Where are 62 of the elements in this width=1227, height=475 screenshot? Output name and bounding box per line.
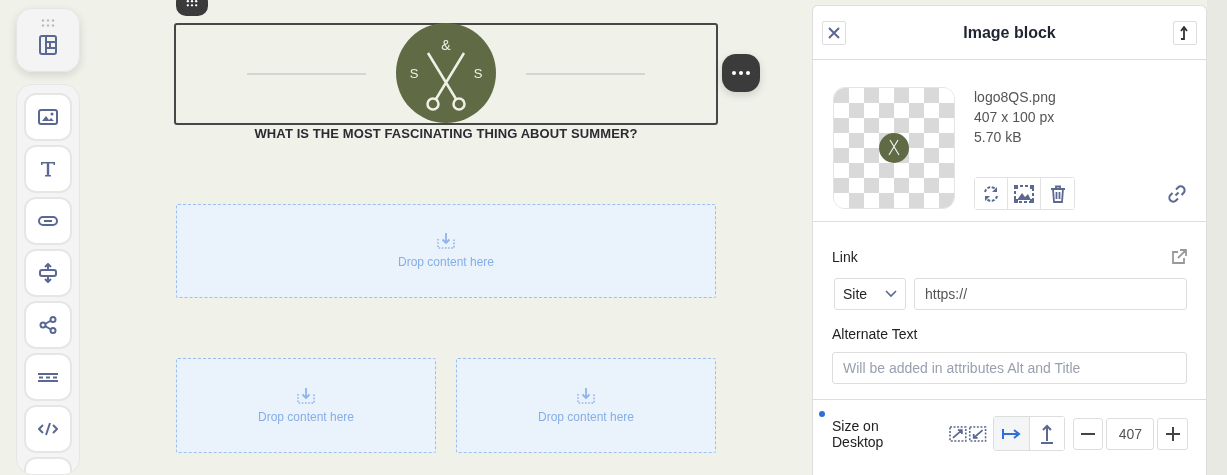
more-icon	[732, 71, 750, 75]
close-button[interactable]	[822, 20, 846, 45]
select-parent-button[interactable]	[1173, 20, 1197, 45]
size-label: Size on Desktop	[832, 417, 885, 450]
chevron-down-icon	[885, 290, 897, 298]
trash-icon	[1049, 184, 1066, 203]
image-block[interactable]: & S S	[174, 23, 718, 125]
url-field[interactable]: https://	[914, 278, 1187, 310]
file-name: logo8QS.png	[974, 88, 1057, 107]
external-link-icon[interactable]	[1171, 249, 1187, 265]
file-size: 5.70 kB	[974, 128, 1023, 147]
replace-button[interactable]	[975, 178, 1008, 209]
divider-icon	[38, 372, 58, 382]
button-tool-button[interactable]	[24, 197, 72, 245]
drop-icon	[297, 387, 315, 404]
image-icon	[38, 109, 58, 125]
heading: WHAT IS THE MOST FASCINATING THING ABOUT SUMMER?	[253, 126, 639, 141]
spacer-icon	[39, 263, 57, 283]
arrow-up-icon	[1179, 25, 1191, 40]
crop-image-icon	[1014, 184, 1034, 203]
decrease-button[interactable]	[1072, 417, 1104, 450]
size-value-field[interactable]: 407	[1106, 417, 1155, 450]
drop-zone-label: Drop content here	[257, 409, 355, 424]
more-button[interactable]	[722, 54, 760, 92]
plus-icon	[1165, 426, 1180, 441]
arrow-right-icon	[1001, 427, 1022, 440]
link-label: Link	[832, 249, 858, 265]
width-mode-button[interactable]	[993, 417, 1029, 450]
drop-icon	[577, 387, 595, 404]
drop-zone-label: Drop content here	[397, 255, 495, 269]
refresh-icon	[982, 185, 1000, 202]
alt-text-label: Alternate Text	[832, 326, 919, 342]
link-icon[interactable]	[1168, 184, 1186, 203]
minus-icon	[1081, 432, 1095, 435]
drop-icon	[437, 233, 455, 249]
code-icon	[38, 422, 58, 436]
logo-letter: S	[409, 66, 419, 81]
resize-icon[interactable]	[949, 425, 987, 442]
text-icon	[40, 161, 56, 177]
drag-handle-icon[interactable]	[41, 19, 55, 27]
increase-button[interactable]	[1157, 417, 1188, 450]
link-type-dropdown[interactable]: Site	[834, 278, 906, 310]
logo-letter: S	[473, 66, 483, 81]
height-mode-button[interactable]	[1028, 417, 1064, 450]
image-dimensions: 407 x 100 px	[974, 108, 1056, 127]
link-type-value: Site	[843, 286, 868, 302]
close-icon	[828, 26, 840, 39]
button-icon	[38, 216, 58, 226]
logo-ampersand: &	[441, 37, 451, 53]
alt-text-field[interactable]: Will be added in attributes Alt and Title	[832, 352, 1187, 384]
arrow-up-icon	[1039, 423, 1054, 444]
spacer-tool-button[interactable]	[24, 249, 72, 297]
divider-tool-button[interactable]	[24, 353, 72, 401]
text-tool-button[interactable]	[24, 145, 72, 193]
drop-zone-label: Drop content here	[537, 409, 635, 424]
share-icon	[39, 316, 57, 334]
layout-icon	[39, 35, 57, 55]
image-tool-button[interactable]	[24, 93, 72, 141]
panel-title: Image block	[962, 23, 1057, 42]
html-tool-button[interactable]	[24, 405, 72, 453]
social-tool-button[interactable]	[24, 301, 72, 349]
layout-tool-button[interactable]	[16, 8, 80, 72]
